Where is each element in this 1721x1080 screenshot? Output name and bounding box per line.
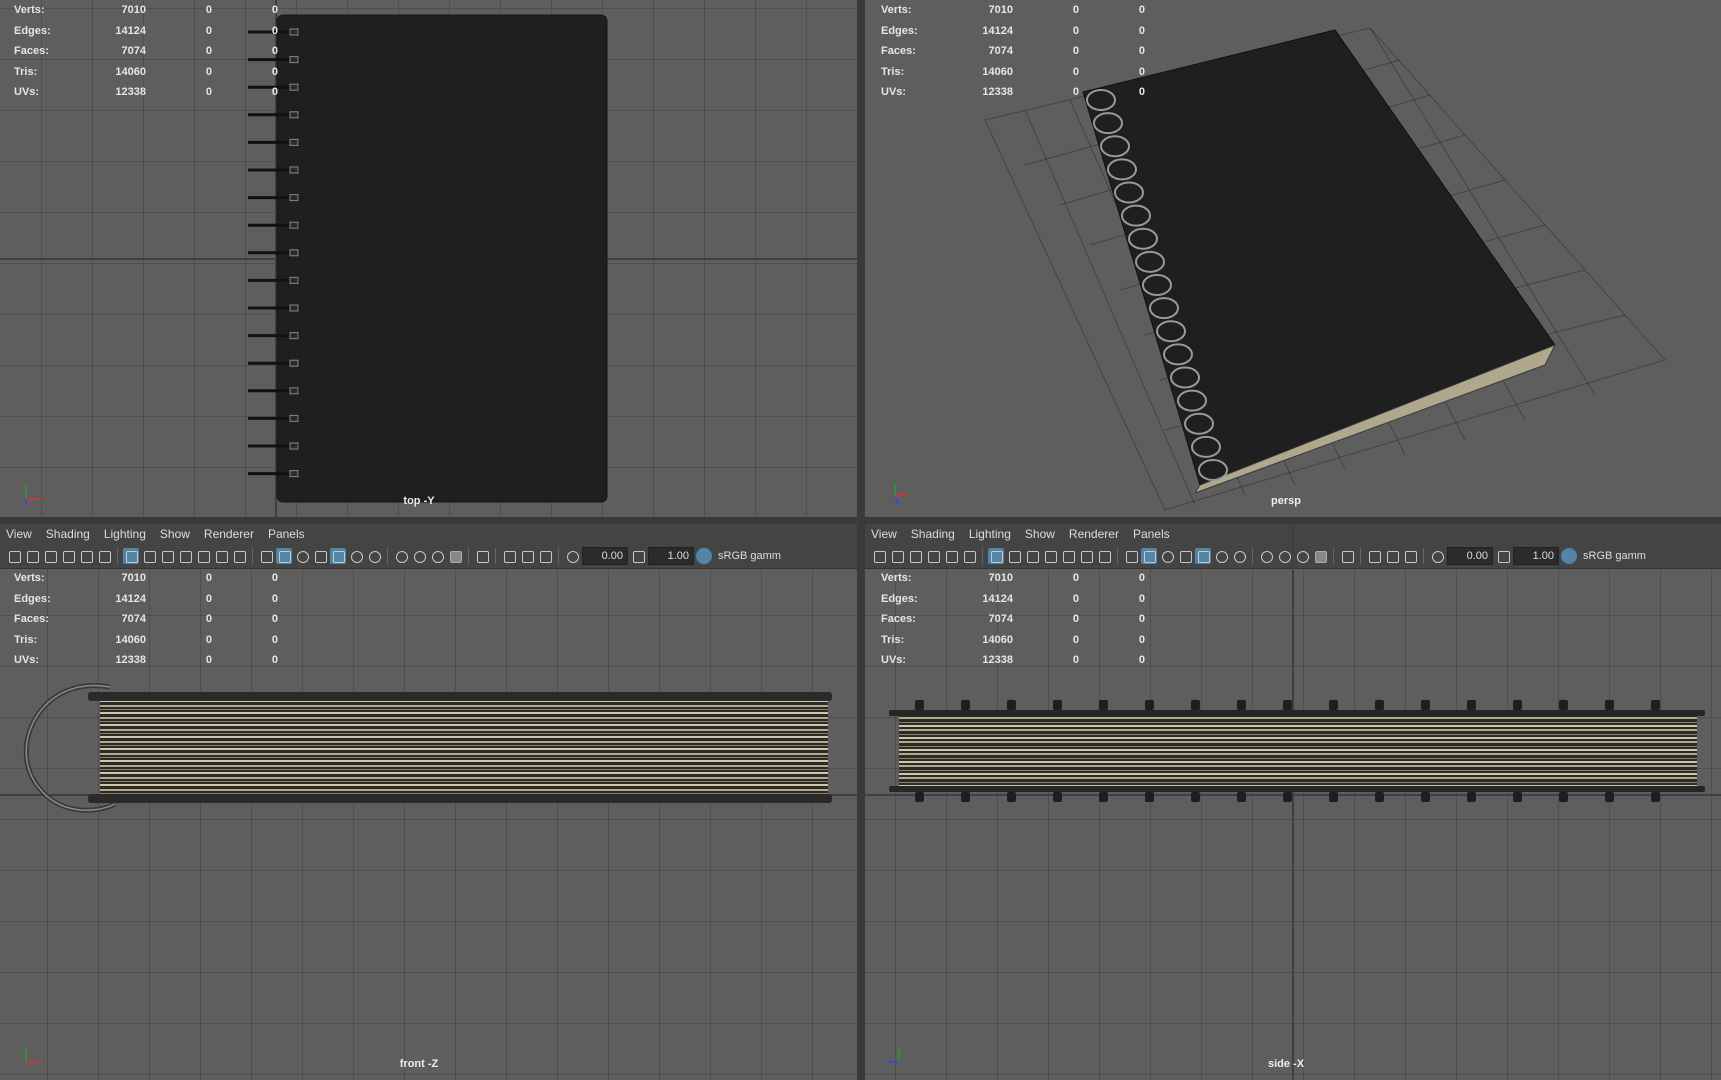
spiral-ring-tip <box>915 700 924 710</box>
spiral-ring-hole <box>289 276 299 284</box>
hud-poly-count: Verts: 7010 0 0 Edges: 14124 0 0 Faces: 7074 0 0 … <box>881 572 1145 667</box>
camera-label: side -X <box>1267 1058 1305 1070</box>
spiral-ring-tip <box>1421 792 1430 802</box>
spiral-ring-tip <box>1237 700 1246 710</box>
spiral-ring-tip <box>1375 792 1384 802</box>
spiral-ring-tip <box>1421 700 1430 710</box>
spiral-ring-tip <box>1283 792 1292 802</box>
panel-splitter-horizontal[interactable] <box>0 517 1721 524</box>
spiral-ring-tip <box>1145 700 1154 710</box>
hud-poly-count: Verts: 7010 0 0 Edges: 14124 0 0 Faces: 7074 0 0 … <box>14 572 278 667</box>
spiral-ring-hole <box>289 249 299 257</box>
spiral-ring-hole <box>289 138 299 146</box>
spiral-ring-tip <box>961 792 970 802</box>
spiral-ring-tip <box>1099 700 1108 710</box>
spiral-ring-tip <box>1513 700 1522 710</box>
spiral-ring-hole <box>289 28 299 36</box>
spiral-ring-hole <box>289 414 299 422</box>
spiral-ring-hole <box>289 111 299 119</box>
axis-gizmo-icon <box>887 1048 900 1063</box>
spiral-ring-tip <box>1191 792 1200 802</box>
hud-poly-count: Verts: 7010 0 0 Edges: 14124 0 0 Faces: 7074 0 0 … <box>881 4 1145 99</box>
spiral-ring-hole <box>289 442 299 450</box>
axis-gizmo-icon <box>25 485 42 505</box>
spiral-ring-hole <box>289 470 299 478</box>
spiral-ring-hole <box>289 387 299 395</box>
spiral-ring-tip <box>915 792 924 802</box>
spiral-ring-tip <box>961 700 970 710</box>
camera-label: top -Y <box>403 495 435 507</box>
spiral-ring-tip <box>1467 700 1476 710</box>
spiral-ring-hole <box>289 221 299 229</box>
spiral-ring-tip <box>1513 792 1522 802</box>
spiral-ring-tip <box>1329 700 1338 710</box>
viewport-top[interactable]: Verts: 7010 0 0 Edges: 14124 0 0 Faces: 7074 0 0 … <box>0 0 857 517</box>
spiral-ring-tip <box>1559 700 1568 710</box>
spiral-ring-hole <box>289 83 299 91</box>
spiral-ring-tip <box>1605 792 1614 802</box>
spiral-ring-hole <box>289 332 299 340</box>
spiral-ring-tip <box>1375 700 1384 710</box>
viewport-front[interactable]: View Shading Lighting Show Renderer Pane… <box>0 524 857 1080</box>
panel-splitter-vertical[interactable] <box>857 0 865 1080</box>
spiral-ring-tip <box>1007 792 1016 802</box>
spiral-ring-hole <box>289 56 299 64</box>
camera-label: front -Z <box>399 1058 439 1070</box>
spiral-ring-tip <box>1053 700 1062 710</box>
spiral-ring-hole <box>289 359 299 367</box>
spiral-ring-tip <box>1191 700 1200 710</box>
spiral-ring-tip <box>1099 792 1108 802</box>
spiral-ring-hole <box>289 166 299 174</box>
spiral-ring-tip <box>1329 792 1338 802</box>
axis-gizmo-icon <box>894 483 908 505</box>
spiral-ring-tip <box>1467 792 1476 802</box>
spiral-ring-hole <box>289 194 299 202</box>
spiral-ring-tip <box>1651 792 1660 802</box>
spiral-ring-tip <box>1283 700 1292 710</box>
spiral-ring-tip <box>1605 700 1614 710</box>
spiral-ring-tip <box>1237 792 1246 802</box>
spiral-ring-tip <box>1559 792 1568 802</box>
spiral-ring-tip <box>1145 792 1154 802</box>
axis-gizmo-icon <box>25 1048 42 1063</box>
viewport-persp[interactable]: Verts: 7010 0 0 Edges: 14124 0 0 Faces: 7074 0 0 … <box>865 0 1721 517</box>
camera-label: persp <box>1271 495 1301 507</box>
viewport-side[interactable]: View Shading Lighting Show Renderer Pane… <box>865 524 1721 1080</box>
spiral-ring-tip <box>1053 792 1062 802</box>
spiral-ring-hole <box>289 304 299 312</box>
spiral-ring-tip <box>1007 700 1016 710</box>
hud-poly-count: Verts: 7010 0 0 Edges: 14124 0 0 Faces: 7074 0 0 … <box>14 4 278 99</box>
spiral-ring-tip <box>1651 700 1660 710</box>
